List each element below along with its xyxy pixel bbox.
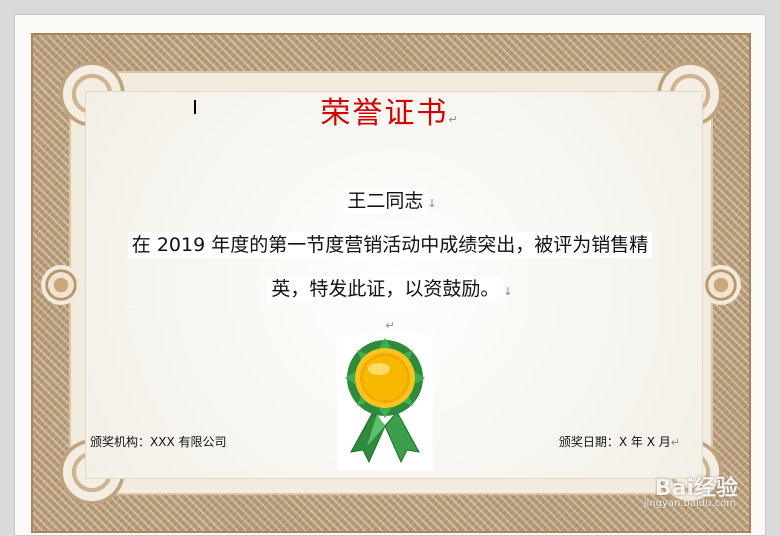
issuer-text[interactable]: 颁奖机构：XXX 有限公司 <box>90 435 226 449</box>
recipient-line[interactable]: 王二同志 ↓ <box>0 186 780 214</box>
paragraph-mark: ↵ <box>670 436 680 449</box>
award-medal-icon[interactable] <box>337 334 433 470</box>
line-break-mark: ↓ <box>503 285 513 298</box>
paragraph-mark: ↵ <box>448 113 460 126</box>
watermark-url: jingyan.baidu.com <box>643 498 736 509</box>
citation-text-2[interactable]: 英，特发此证，以资鼓励。 <box>267 276 504 302</box>
date-label[interactable]: 颁奖日期：X 年 X 月↵ <box>559 433 680 450</box>
citation-text-1[interactable]: 在 2019 年度的第一节度营销活动中成绩突出，被评为销售精 <box>127 232 653 258</box>
empty-paragraph[interactable]: ↵ <box>0 312 780 334</box>
certificate-title[interactable]: 荣誉证书↵ <box>0 88 780 132</box>
citation-line-2[interactable]: 英，特发此证，以资鼓励。 ↓ <box>0 274 780 302</box>
paragraph-mark: ↵ <box>385 319 395 332</box>
issuer-label[interactable]: 颁奖机构：XXX 有限公司 <box>90 433 226 450</box>
date-text[interactable]: 颁奖日期：X 年 X 月 <box>559 435 671 449</box>
line-break-mark: ↓ <box>427 197 437 210</box>
recipient-name[interactable]: 王二同志 <box>343 188 428 214</box>
medal-graphic <box>345 338 425 464</box>
citation-line-1[interactable]: 在 2019 年度的第一节度营销活动中成绩突出，被评为销售精 <box>0 230 780 258</box>
site-watermark: Bai经验 jingyan.baidu.com <box>592 470 742 514</box>
title-text[interactable]: 荣誉证书 <box>320 96 448 131</box>
